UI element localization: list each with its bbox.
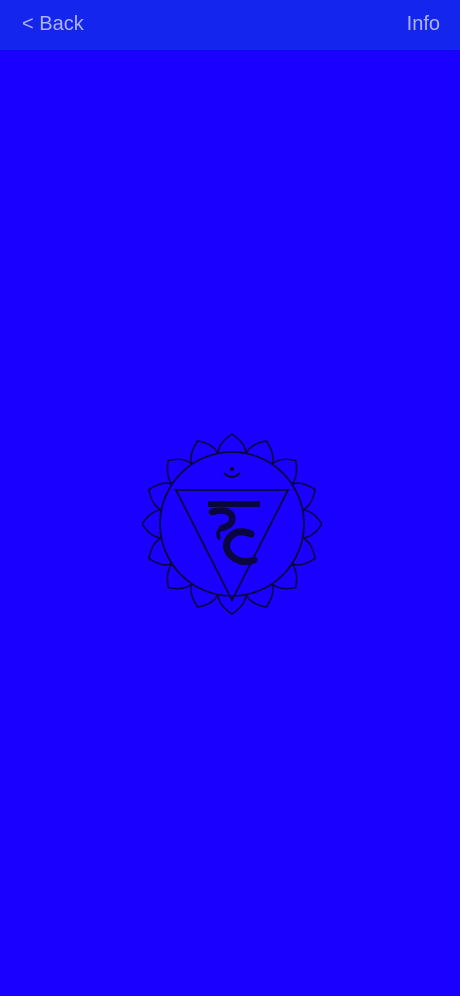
lotus-petal: [142, 509, 162, 539]
lotus-petal: [271, 563, 298, 590]
ham-syllable-glyph: [208, 466, 260, 566]
lotus-petal: [245, 440, 274, 465]
lotus-petal: [245, 583, 274, 608]
lotus-petal: [148, 537, 173, 566]
screen: < Back Info: [0, 0, 460, 996]
navigation-bar: < Back Info: [0, 0, 460, 50]
lotus-petal: [271, 458, 298, 485]
lotus-petal: [190, 583, 219, 608]
lotus-petal: [166, 563, 193, 590]
back-button[interactable]: < Back: [22, 12, 84, 36]
lotus-petal: [190, 440, 219, 465]
throat-chakra-symbol-icon: [142, 433, 322, 615]
lotus-petal: [148, 482, 173, 511]
lotus-petal: [291, 537, 316, 566]
lotus-petal: [291, 482, 316, 511]
lotus-petal: [166, 458, 193, 485]
lotus-petal: [302, 509, 322, 539]
lotus-petal: [217, 594, 247, 615]
lotus-petal: [217, 433, 247, 454]
info-button[interactable]: Info: [407, 12, 440, 36]
